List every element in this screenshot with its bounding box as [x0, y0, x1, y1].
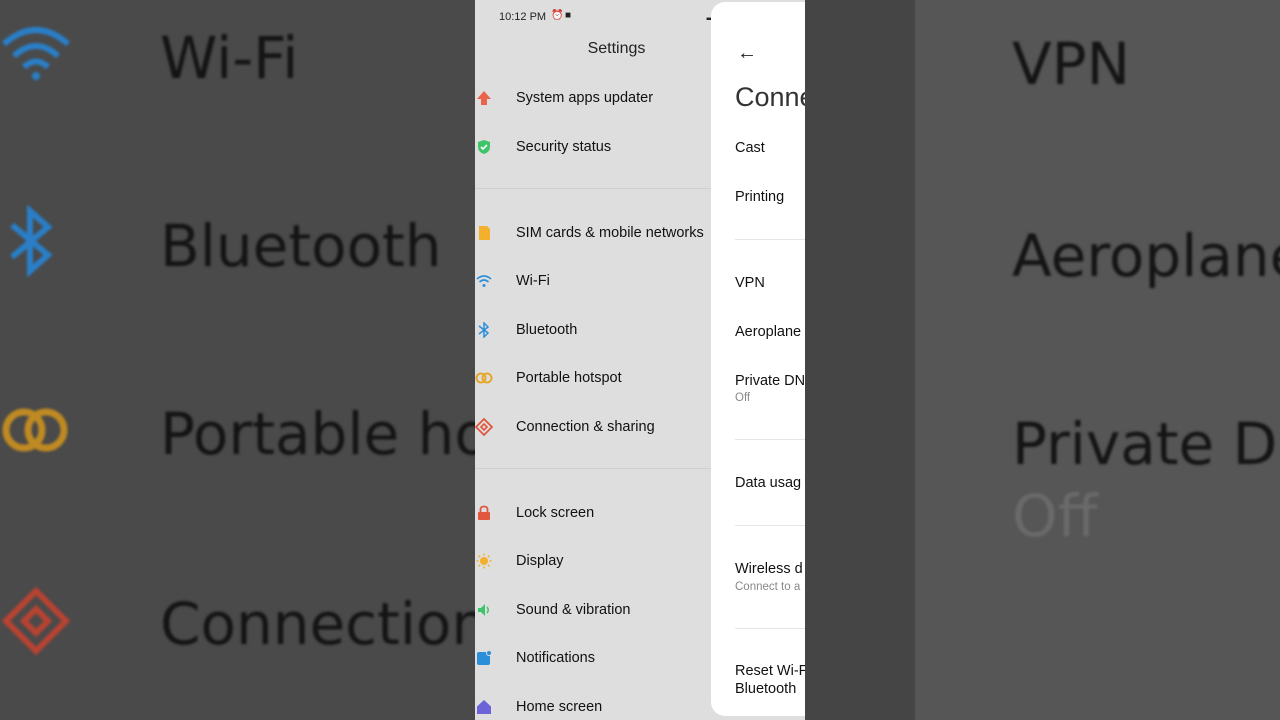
settings-item-bluetooth[interactable]: Bluetooth [475, 310, 715, 350]
settings-item-portable-hotspot[interactable]: Portable hotspot [475, 358, 715, 398]
settings-item-label: Home screen [516, 699, 603, 715]
settings-item-sound-vibration[interactable]: Sound & vibration [475, 590, 715, 630]
bg-label-bluetooth: Bluetooth [160, 212, 442, 280]
settings-item-display[interactable]: Display [475, 541, 715, 581]
sun-icon [475, 552, 493, 570]
settings-item-label: Connection & sharing [516, 419, 655, 435]
video-icon: ■ [565, 10, 572, 21]
settings-item-label: Wi-Fi [516, 273, 550, 289]
divider [735, 239, 805, 240]
panel-item-aeroplane[interactable]: Aeroplane [735, 324, 801, 340]
background-middle [805, 0, 915, 720]
bg-label-aeroplane: Aeroplane [1012, 222, 1280, 290]
settings-item-label: Bluetooth [516, 322, 578, 338]
panel-item-wireless-display-desc: Connect to a [735, 581, 801, 593]
connection-sharing-panel: ← Conne Cast Printing VPN Aeroplane Priv… [711, 2, 805, 716]
connection-icon [475, 418, 493, 436]
sim-icon [475, 224, 493, 242]
arrow-up-icon [475, 89, 493, 107]
bg-label-wifi: Wi-Fi [160, 24, 299, 92]
wifi-icon [0, 22, 72, 87]
settings-item-label: SIM cards & mobile networks [516, 225, 704, 241]
settings-item-lock-screen[interactable]: Lock screen [475, 493, 715, 533]
settings-item-label: Security status [516, 139, 612, 155]
panel-item-wireless-display[interactable]: Wireless d [735, 561, 803, 577]
settings-item-wifi[interactable]: Wi-Fi [475, 261, 715, 301]
settings-item-sim-cards[interactable]: SIM cards & mobile networks [475, 213, 715, 253]
settings-item-notifications[interactable]: Notifications [475, 638, 715, 678]
panel-item-cast[interactable]: Cast [735, 140, 765, 156]
settings-item-system-apps-updater[interactable]: System apps updater [475, 78, 715, 118]
hotspot-icon [475, 369, 493, 387]
bg-label-hotspot: Portable hot [160, 400, 475, 468]
panel-item-printing[interactable]: Printing [735, 189, 784, 205]
bg-label-vpn: VPN [1012, 30, 1131, 98]
connection-icon [0, 585, 72, 662]
bg-label-private-dns: Private DN [1012, 410, 1280, 478]
settings-item-label: System apps updater [516, 90, 654, 106]
bg-label-off: Off [1012, 482, 1098, 550]
settings-item-label: Sound & vibration [516, 602, 631, 618]
divider [735, 628, 805, 629]
phone-screen: 10:12 PM ⏰ ■ ▂▄▆ 4G ▂▄▆ 24 Settings Syst… [475, 0, 805, 720]
back-arrow-icon[interactable]: ← [737, 42, 757, 65]
panel-item-vpn[interactable]: VPN [735, 275, 765, 291]
speaker-icon [475, 601, 493, 619]
bg-label-connection: Connection [160, 590, 475, 658]
settings-item-label: Display [516, 553, 564, 569]
panel-item-data-usage[interactable]: Data usag [735, 475, 801, 491]
lock-icon [475, 504, 493, 522]
divider [735, 439, 805, 440]
wifi-icon [475, 272, 493, 290]
background-left: Wi-Fi Bluetooth Portable hot Connection [0, 0, 475, 720]
settings-item-label: Lock screen [516, 505, 595, 521]
settings-item-label: Portable hotspot [516, 370, 622, 386]
panel-item-reset-wifi[interactable]: Reset Wi-F [735, 663, 805, 679]
background-right: VPN Aeroplane Private DN Off [915, 0, 1280, 720]
divider [735, 525, 805, 526]
hotspot-icon [0, 398, 72, 467]
panel-item-private-dns-status: Off [735, 392, 751, 404]
divider [475, 188, 711, 189]
alarm-icon: ⏰ [551, 10, 564, 21]
bluetooth-icon [475, 321, 493, 339]
settings-item-connection-sharing[interactable]: Connection & sharing [475, 407, 715, 447]
panel-item-reset-bluetooth: Bluetooth [735, 681, 797, 697]
notification-icon [475, 649, 493, 667]
shield-icon [475, 138, 493, 156]
panel-item-private-dns[interactable]: Private DN [735, 373, 805, 389]
settings-item-label: Notifications [516, 650, 595, 666]
bluetooth-icon [2, 204, 62, 282]
home-icon [475, 698, 493, 716]
settings-item-home-screen[interactable]: Home screen [475, 687, 715, 720]
divider [475, 468, 711, 469]
settings-item-security-status[interactable]: Security status [475, 127, 715, 167]
panel-title: Conne [735, 82, 805, 112]
status-time: 10:12 PM [499, 11, 547, 23]
